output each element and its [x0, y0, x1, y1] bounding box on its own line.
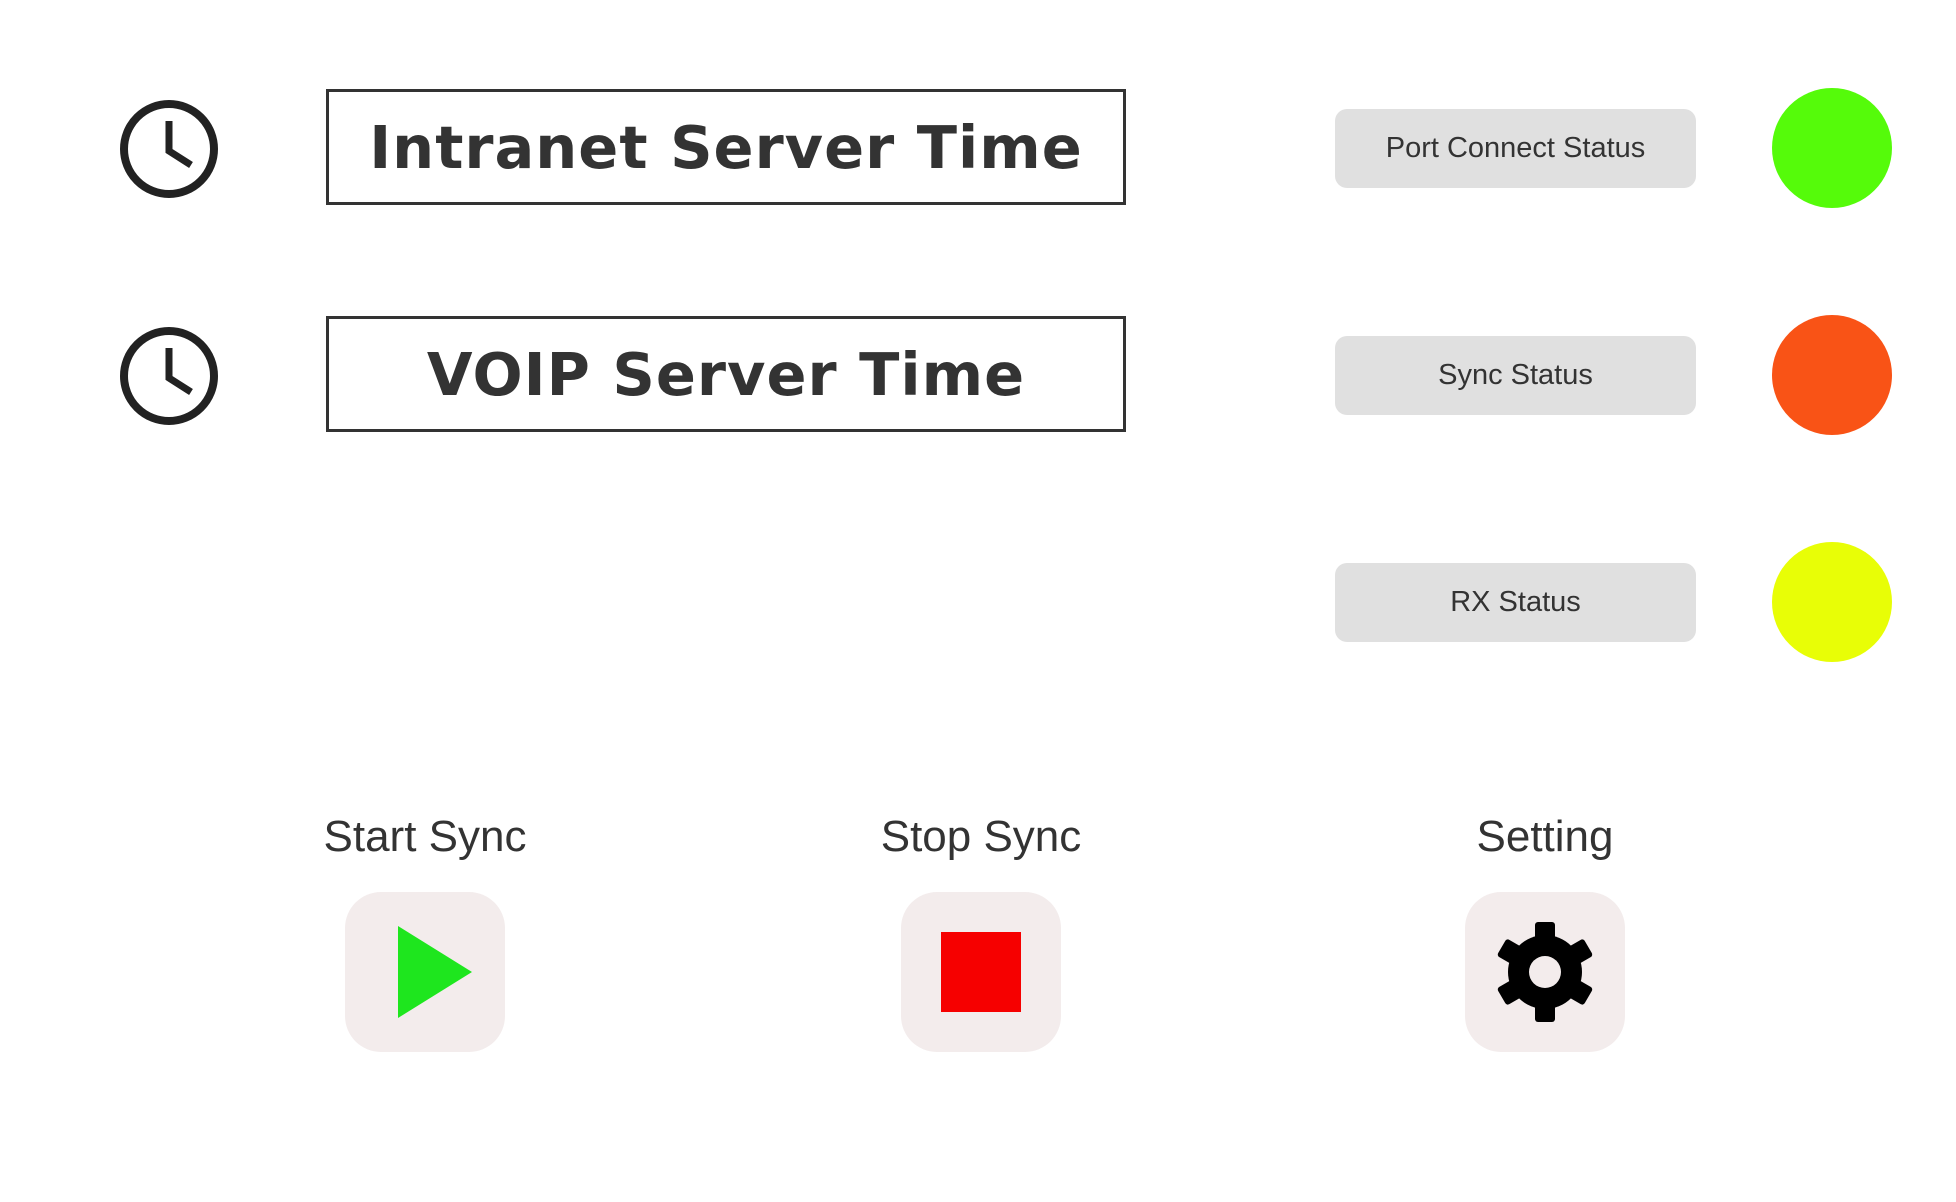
port-connect-status-text: Port Connect Status [1385, 132, 1646, 164]
clock-icon [117, 97, 221, 201]
sync-status-text: Sync Status [1438, 359, 1593, 391]
voip-server-time-display[interactable]: VOIP Server Time [326, 316, 1126, 432]
start-sync-label: Start Sync [323, 812, 527, 861]
play-icon [398, 926, 472, 1018]
stop-sync-label: Stop Sync [880, 812, 1082, 861]
rx-status-indicator [1772, 542, 1892, 662]
stop-sync-button[interactable] [901, 892, 1061, 1052]
port-connect-status-label: Port Connect Status [1335, 109, 1696, 188]
voip-server-time-label: VOIP Server Time [426, 339, 1026, 409]
sync-status-indicator [1772, 315, 1892, 435]
sync-status-label: Sync Status [1335, 336, 1696, 415]
setting-label: Setting [1476, 812, 1614, 861]
stop-icon [941, 932, 1021, 1012]
port-connect-status-indicator [1772, 88, 1892, 208]
intranet-server-time-label: Intranet Server Time [369, 112, 1083, 182]
gear-icon [1497, 922, 1593, 1022]
rx-status-text: RX Status [1450, 586, 1581, 618]
rx-status-label: RX Status [1335, 563, 1696, 642]
intranet-server-time-display[interactable]: Intranet Server Time [326, 89, 1126, 205]
start-sync-button[interactable] [345, 892, 505, 1052]
setting-button[interactable] [1465, 892, 1625, 1052]
clock-icon [117, 324, 221, 428]
